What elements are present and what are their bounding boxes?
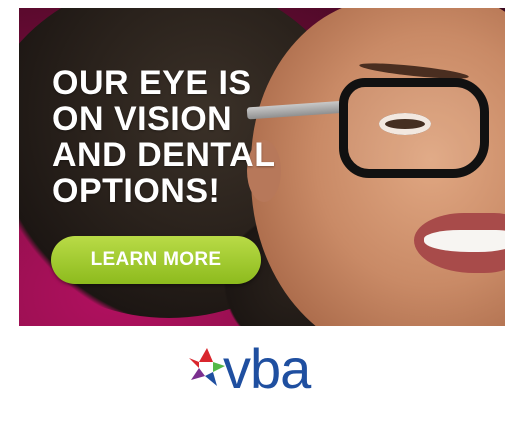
headline-line-3: AND DENTAL: [52, 136, 276, 174]
learn-more-button[interactable]: LEARN MORE: [51, 236, 261, 284]
teeth-shape: [424, 230, 505, 252]
headline: OUR EYE IS ON VISION AND DENTAL OPTIONS!: [52, 65, 275, 209]
hero-image: OUR EYE IS ON VISION AND DENTAL OPTIONS!…: [19, 8, 505, 326]
ad-banner[interactable]: OUR EYE IS ON VISION AND DENTAL OPTIONS!…: [19, 8, 505, 414]
logo-wordmark: vba: [223, 337, 311, 400]
glasses-frame: [339, 78, 489, 178]
vba-logo[interactable]: vba: [187, 337, 347, 402]
headline-line-1: OUR EYE IS: [52, 64, 252, 102]
star-icon: [189, 348, 225, 386]
headline-line-2: ON VISION: [52, 100, 233, 138]
headline-line-4: OPTIONS!: [52, 172, 221, 210]
